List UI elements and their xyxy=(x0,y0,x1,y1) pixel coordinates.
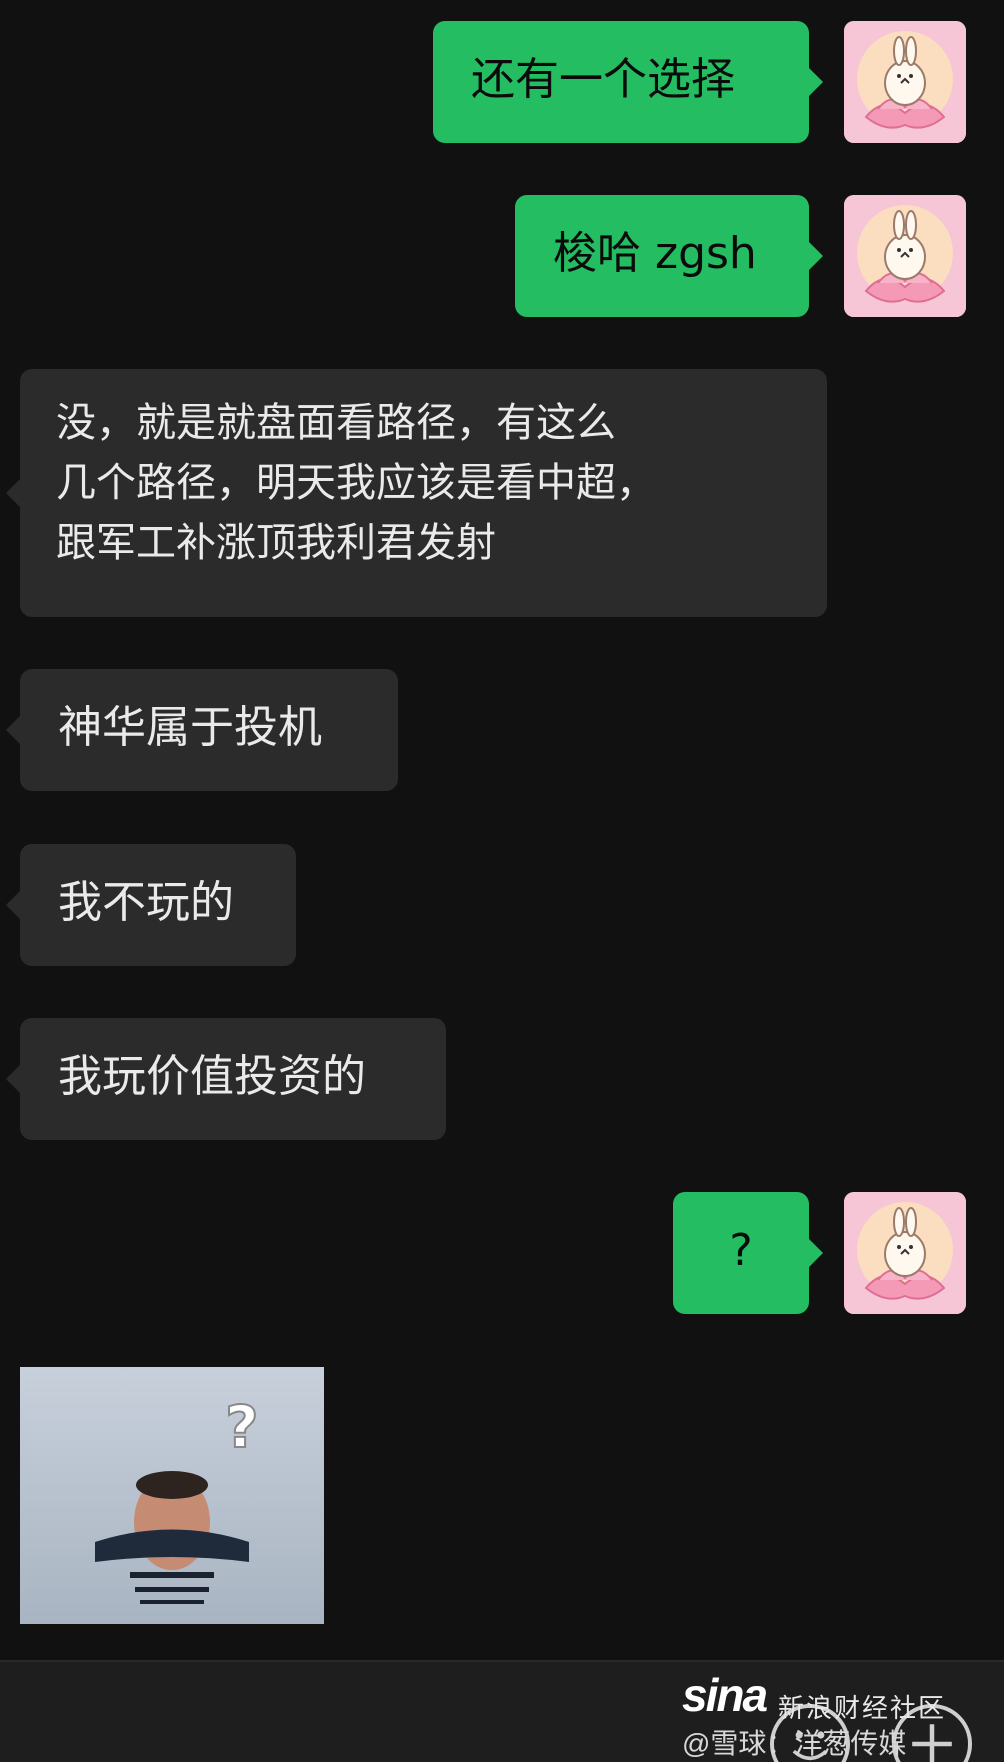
message-bubble-outgoing[interactable]: 还有一个选择 xyxy=(433,21,823,143)
confused-man-in-water-sticker: ? xyxy=(20,1367,324,1624)
sticker-image-incoming[interactable]: ? xyxy=(20,1367,324,1624)
watermark-line1: 新浪财经社区 xyxy=(778,1693,947,1723)
message-bubble-incoming[interactable]: 神华属于投机 xyxy=(6,669,398,791)
rabbit-on-lotus-icon xyxy=(844,21,966,143)
self-avatar[interactable] xyxy=(844,195,966,317)
message-bubble-outgoing[interactable]: 梭哈 zgsh xyxy=(515,195,823,317)
message-bubble-incoming[interactable]: 我玩价值投资的 xyxy=(6,1018,446,1140)
sina-logo-text: sina xyxy=(682,1669,768,1721)
message-bubble-incoming[interactable]: 没，就是就盘面看路径，有这么 几个路径，明天我应该是看中超， 跟军工补涨顶我利君… xyxy=(6,369,827,617)
message-bubble-outgoing[interactable]: ? xyxy=(673,1192,823,1314)
message-bubble-incoming[interactable]: 我不玩的 xyxy=(6,844,296,966)
self-avatar[interactable] xyxy=(844,1192,966,1314)
rabbit-on-lotus-icon xyxy=(844,195,966,317)
rabbit-on-lotus-icon xyxy=(844,1192,966,1314)
watermark-line2: @雪球：洋葱传媒 xyxy=(682,1728,907,1759)
sina-watermark: sina 新浪财经社区 @雪球：洋葱传媒 xyxy=(682,1668,992,1759)
self-avatar[interactable] xyxy=(844,21,966,143)
sticker-question-text: ? xyxy=(225,1393,259,1461)
